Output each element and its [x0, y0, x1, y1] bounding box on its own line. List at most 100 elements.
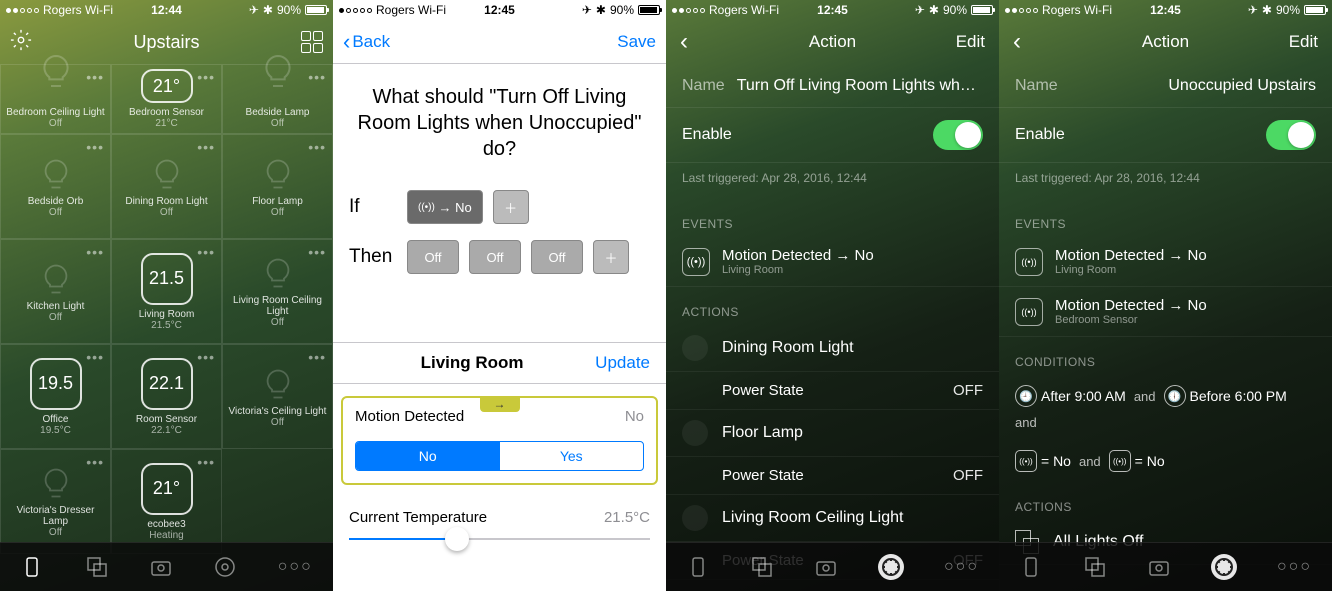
tile-more-icon[interactable]: •••	[86, 454, 104, 470]
temp-value: 21.5°C	[604, 509, 650, 526]
tile-floor-lamp[interactable]: •••Floor LampOff	[222, 134, 333, 239]
tile-more-icon[interactable]: •••	[197, 454, 215, 470]
tab-devices[interactable]	[1019, 555, 1043, 579]
tab-devices[interactable]	[686, 555, 710, 579]
tile-office[interactable]: •••19.5Office19.5°C	[0, 344, 111, 449]
tile-more-icon[interactable]: •••	[308, 244, 326, 260]
event-row[interactable]: ((•))Motion Detected → NoLiving Room	[999, 237, 1332, 287]
status-bar: Rogers Wi-Fi 12:45 ✈︎✱90%	[666, 0, 999, 20]
edit-button[interactable]: Edit	[956, 32, 985, 52]
tab-more[interactable]: ○○○	[1277, 558, 1312, 576]
status-time: 12:44	[151, 3, 182, 17]
tab-camera[interactable]	[149, 555, 173, 579]
tile-bedside-orb[interactable]: •••Bedside OrbOff	[0, 134, 111, 239]
prop-label: Power State	[722, 467, 804, 484]
tile-more-icon[interactable]: •••	[86, 69, 104, 85]
tab-more[interactable]: ○○○	[278, 558, 313, 576]
tile-living-room-ceiling-light[interactable]: •••Living Room Ceiling LightOff	[222, 239, 333, 344]
tile-more-icon[interactable]: •••	[86, 349, 104, 365]
tile-sub: Off	[49, 527, 62, 538]
conditions-row-2[interactable]: ((•))= No and ((•))= No	[999, 440, 1332, 482]
name-row[interactable]: Name Turn Off Living Room Lights when Un…	[666, 64, 999, 108]
tile-bedroom-ceiling-light[interactable]: •••Bedroom Ceiling LightOff	[0, 64, 111, 134]
tab-more[interactable]: ○○○	[944, 558, 979, 576]
back-button[interactable]: ‹	[1013, 28, 1021, 56]
chevron-left-icon: ‹	[343, 29, 350, 55]
event-row[interactable]: ((•))Motion Detected → NoBedroom Sensor	[999, 287, 1332, 337]
add-if-button[interactable]: ＋	[493, 190, 529, 224]
tab-automation[interactable]	[1211, 554, 1237, 580]
tab-camera[interactable]	[814, 555, 838, 579]
tile-dining-room-light[interactable]: •••Dining Room LightOff	[111, 134, 222, 239]
edit-button[interactable]: Edit	[1289, 32, 1318, 52]
tab-automation[interactable]	[213, 555, 237, 579]
update-button[interactable]: Update	[595, 353, 650, 373]
back-button[interactable]: ‹	[680, 28, 688, 56]
grid-icon[interactable]	[301, 31, 323, 53]
prop-value: OFF	[953, 382, 983, 399]
if-condition-chip[interactable]: ((•)) → No	[407, 190, 483, 224]
enable-row[interactable]: Enable	[999, 108, 1332, 163]
tile-more-icon[interactable]: •••	[308, 349, 326, 365]
then-chip-1[interactable]: Off	[407, 240, 459, 274]
tab-scenes[interactable]	[750, 555, 774, 579]
then-chip-3[interactable]: Off	[531, 240, 583, 274]
tile-bedroom-sensor[interactable]: •••21°Bedroom Sensor21°C	[111, 64, 222, 134]
tile-more-icon[interactable]: •••	[197, 69, 215, 85]
tile-name: Kitchen Light	[27, 301, 85, 312]
then-chip-2[interactable]: Off	[469, 240, 521, 274]
temperature-row[interactable]: Current Temperature 21.5°C	[333, 497, 666, 538]
enable-toggle[interactable]	[933, 120, 983, 150]
then-val: Off	[548, 250, 565, 265]
name-row[interactable]: Name Unoccupied Upstairs	[999, 64, 1332, 108]
add-then-button[interactable]: ＋	[593, 240, 629, 274]
tab-camera[interactable]	[1147, 555, 1171, 579]
tile-bedside-lamp[interactable]: •••Bedside LampOff	[222, 64, 333, 134]
action-prop-row[interactable]: Power StateOFF	[666, 372, 999, 410]
conditions-header: CONDITIONS	[999, 337, 1332, 375]
tile-more-icon[interactable]: •••	[197, 244, 215, 260]
action-prop-row[interactable]: Power StateOFF	[666, 457, 999, 495]
tile-living-room[interactable]: •••21.5Living Room21.5°C	[111, 239, 222, 344]
tab-devices[interactable]	[20, 555, 44, 579]
tile-more-icon[interactable]: •••	[86, 244, 104, 260]
tile-more-icon[interactable]: •••	[308, 139, 326, 155]
action-device-row[interactable]: Floor Lamp	[666, 410, 999, 457]
tile-kitchen-light[interactable]: •••Kitchen LightOff	[0, 239, 111, 344]
tile-more-icon[interactable]: •••	[197, 139, 215, 155]
event-row[interactable]: ((•)) Motion Detected → No Living Room	[666, 237, 999, 287]
tab-scenes[interactable]	[85, 555, 109, 579]
motion-icon: ((•))	[1015, 298, 1043, 326]
page-title: Action	[1142, 32, 1189, 52]
tile-more-icon[interactable]: •••	[308, 69, 326, 85]
tile-more-icon[interactable]: •••	[197, 349, 215, 365]
arrow-icon: →	[480, 396, 520, 412]
motion-row[interactable]: → Motion Detected No	[343, 398, 656, 435]
event-title: Motion Detected → No	[1055, 247, 1207, 264]
tile-victoria-s-ceiling-light[interactable]: •••Victoria's Ceiling LightOff	[222, 344, 333, 449]
screen-action-detail-2: Rogers Wi-Fi 12:45 ✈︎✱90% ‹ Action Edit …	[999, 0, 1332, 591]
save-button[interactable]: Save	[617, 32, 656, 52]
tab-automation[interactable]	[878, 554, 904, 580]
tile-ecobee3[interactable]: •••21°ecobee3Heating	[111, 449, 222, 554]
and-label: and	[1015, 415, 1037, 430]
tile-more-icon[interactable]: •••	[86, 139, 104, 155]
back-button[interactable]: ‹Back	[343, 29, 390, 55]
action-device-row[interactable]: Dining Room Light	[666, 325, 999, 372]
segmented-control[interactable]: No Yes	[355, 441, 644, 471]
bulb-icon	[682, 505, 708, 531]
room-header: Living Room Update	[333, 342, 666, 384]
tab-scenes[interactable]	[1083, 555, 1107, 579]
segment-no[interactable]: No	[356, 442, 500, 470]
enable-row[interactable]: Enable	[666, 108, 999, 163]
temp-slider[interactable]	[349, 538, 650, 540]
tile-room-sensor[interactable]: •••22.1Room Sensor22.1°C	[111, 344, 222, 449]
tile-victoria-s-dresser-lamp[interactable]: •••Victoria's Dresser LampOff	[0, 449, 111, 554]
gear-icon[interactable]	[10, 29, 32, 56]
status-bar: Rogers Wi-Fi 12:45 ✈︎✱90%	[999, 0, 1332, 20]
action-device-row[interactable]: Living Room Ceiling Light	[666, 495, 999, 542]
segment-yes[interactable]: Yes	[500, 442, 644, 470]
enable-toggle[interactable]	[1266, 120, 1316, 150]
event-title: Motion Detected → No	[1055, 297, 1207, 314]
conditions-row-1[interactable]: 🕘After 9:00 AM and 🕕Before 6:00 PM and	[999, 375, 1332, 440]
